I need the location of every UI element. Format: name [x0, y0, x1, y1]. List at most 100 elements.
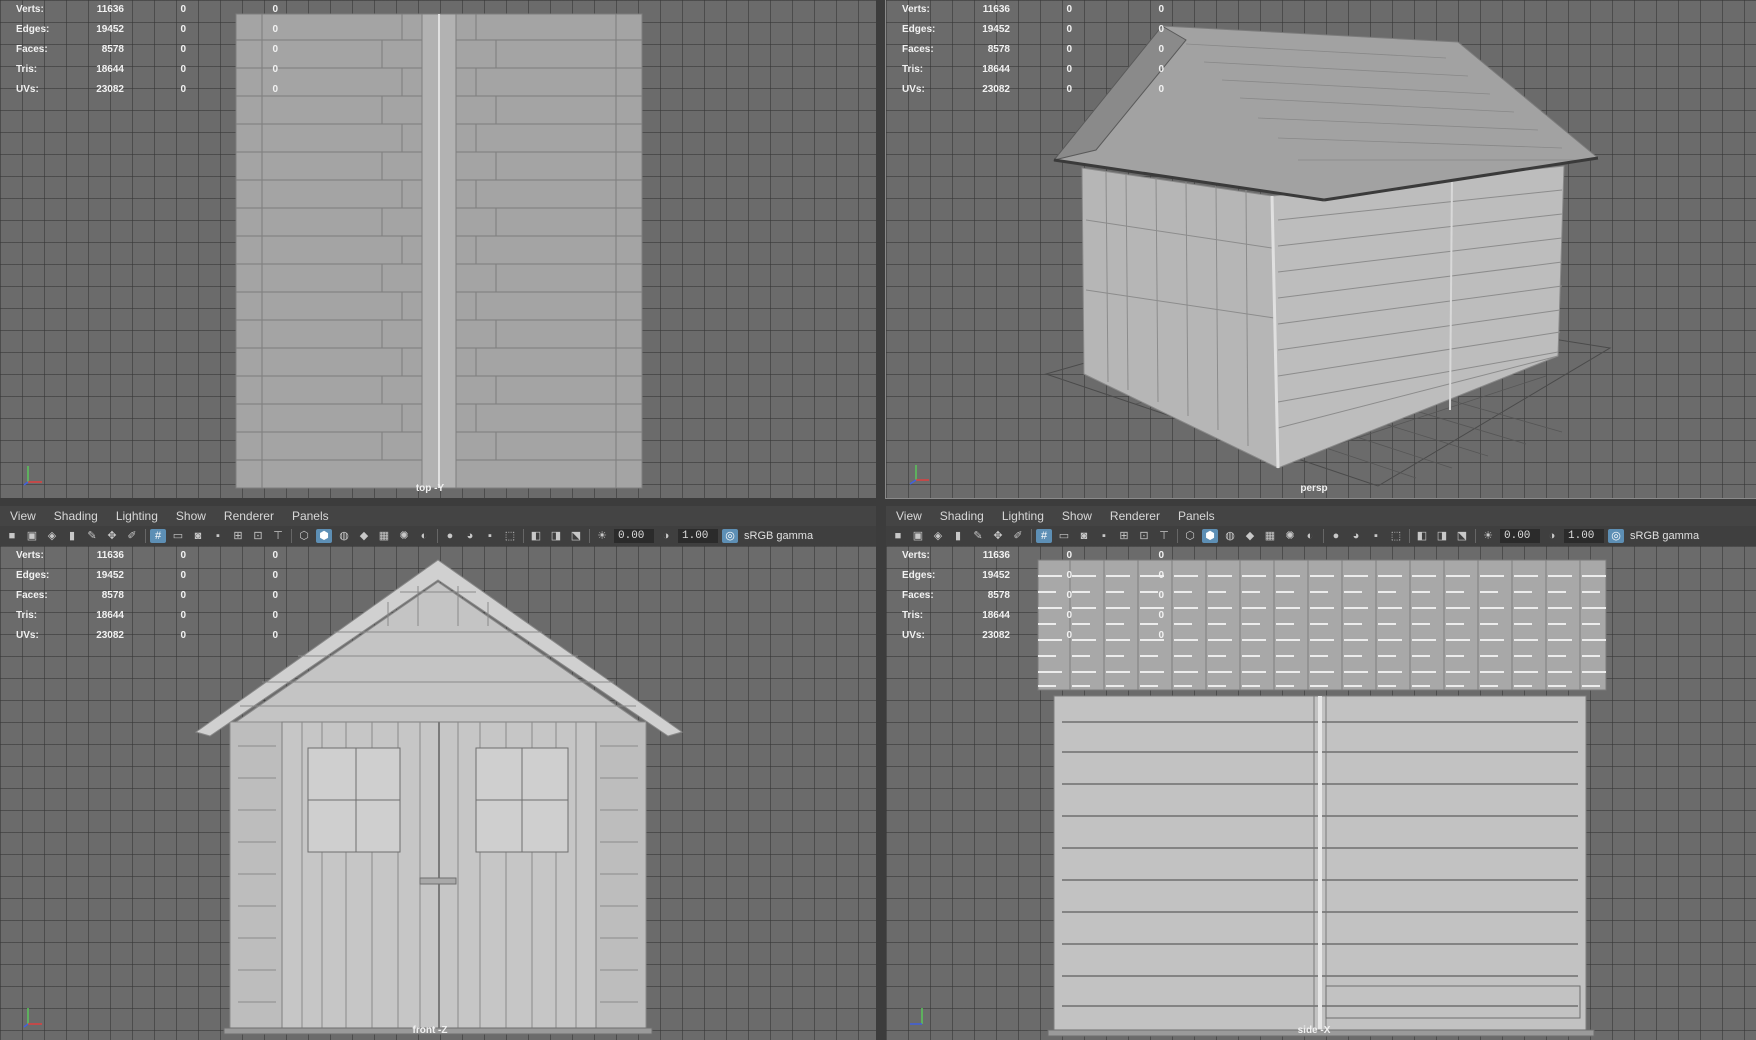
- shadows-icon[interactable]: ◐: [1302, 529, 1318, 543]
- hud-row: Edges: 19452 0 0: [902, 570, 1164, 581]
- backface-icon[interactable]: ⬔: [1454, 529, 1470, 543]
- menu-view[interactable]: View: [896, 509, 922, 523]
- wireframe-icon[interactable]: ⬡: [1182, 529, 1198, 543]
- menu-panels[interactable]: Panels: [292, 509, 329, 523]
- gamma-icon[interactable]: ◑: [658, 529, 674, 543]
- gamma-field[interactable]: 1.00: [678, 529, 718, 543]
- toolbar-divider: [437, 529, 438, 543]
- camera-icon[interactable]: ■: [890, 529, 906, 543]
- color-space-label[interactable]: sRGB gamma: [1630, 530, 1699, 542]
- textured-icon[interactable]: ◆: [1242, 529, 1258, 543]
- xray-joints-icon[interactable]: ◨: [1434, 529, 1450, 543]
- antialiasing-icon[interactable]: ▪: [482, 529, 498, 543]
- bookmark-icon[interactable]: ◈: [930, 529, 946, 543]
- menu-panels[interactable]: Panels: [1178, 509, 1215, 523]
- menu-show[interactable]: Show: [1062, 509, 1092, 523]
- field-chart-icon[interactable]: ⊞: [230, 529, 246, 543]
- safe-action-icon[interactable]: ⊡: [250, 529, 266, 543]
- color-management-icon[interactable]: ◎: [1608, 529, 1624, 543]
- xray-icon[interactable]: ◧: [1414, 529, 1430, 543]
- gamma-icon[interactable]: ◑: [1544, 529, 1560, 543]
- axis-gizmo-icon: [23, 1008, 42, 1028]
- safe-action-icon[interactable]: ⊡: [1136, 529, 1152, 543]
- bookmark-icon[interactable]: ◈: [44, 529, 60, 543]
- hud-row: Verts: 11636 0 0: [902, 550, 1164, 561]
- menu-shading[interactable]: Shading: [940, 509, 984, 523]
- wireframe-on-shaded-icon[interactable]: ◍: [1222, 529, 1238, 543]
- exposure-field[interactable]: 0.00: [1500, 529, 1540, 543]
- color-management-icon[interactable]: ◎: [722, 529, 738, 543]
- backface-icon[interactable]: ⬔: [568, 529, 584, 543]
- menu-renderer[interactable]: Renderer: [1110, 509, 1160, 523]
- wireframe-icon[interactable]: ⬡: [296, 529, 312, 543]
- grid-icon[interactable]: #: [1036, 529, 1052, 543]
- hud-row: Tris: 18644 0 0: [902, 610, 1164, 621]
- field-chart-icon[interactable]: ⊞: [1116, 529, 1132, 543]
- checker-icon[interactable]: ▦: [1262, 529, 1278, 543]
- smooth-shade-icon[interactable]: ⬢: [316, 529, 332, 543]
- ambient-occlusion-icon[interactable]: ●: [442, 529, 458, 543]
- hud-row: UVs: 23082 0 0: [16, 630, 278, 641]
- menu-renderer[interactable]: Renderer: [224, 509, 274, 523]
- menu-lighting[interactable]: Lighting: [116, 509, 158, 523]
- resolution-gate-icon[interactable]: ◙: [190, 529, 206, 543]
- image-plane-icon[interactable]: ▮: [950, 529, 966, 543]
- wireframe-on-shaded-icon[interactable]: ◍: [336, 529, 352, 543]
- poly-count-hud: Verts: 11636 0 0 Edges: 19452 0 0 Faces: 8578 0 0…: [902, 3, 1164, 103]
- smooth-shade-icon[interactable]: ⬢: [1202, 529, 1218, 543]
- motion-blur-icon[interactable]: ◕: [462, 529, 478, 543]
- front-panel-toolbar: ■ ▣ ◈ ▮ ✎ ✥ ✐ # ▭ ◙ ▪ ⊞ ⊡ ⊤ ⬡ ⬢ ◍ ◆ ▦ ✺ …: [0, 526, 876, 546]
- side-viewport[interactable]: Verts: 11636 0 0 Edges: 19452 0 0 Faces: 8578 0 0…: [886, 546, 1756, 1040]
- image-plane-icon[interactable]: ▮: [64, 529, 80, 543]
- hud-row: Verts: 11636 0 0: [902, 4, 1164, 15]
- 2d-pan-zoom-icon[interactable]: ✥: [990, 529, 1006, 543]
- lights-icon[interactable]: ✺: [396, 529, 412, 543]
- motion-blur-icon[interactable]: ◕: [1348, 529, 1364, 543]
- gate-mask-icon[interactable]: ▪: [210, 529, 226, 543]
- gate-mask-icon[interactable]: ▪: [1096, 529, 1112, 543]
- toolbar-divider: [145, 529, 146, 543]
- exposure-icon[interactable]: ☀: [1480, 529, 1496, 543]
- color-space-label[interactable]: sRGB gamma: [744, 530, 813, 542]
- toolbar-divider: [1177, 529, 1178, 543]
- brush-icon[interactable]: ✐: [124, 529, 140, 543]
- axis-gizmo-icon: [23, 466, 42, 486]
- film-gate-icon[interactable]: ▭: [170, 529, 186, 543]
- poly-count-hud: Verts: 11636 0 0 Edges: 19452 0 0 Faces: 8578 0 0…: [16, 549, 278, 649]
- camera-attributes-icon[interactable]: ▣: [910, 529, 926, 543]
- shadows-icon[interactable]: ◐: [416, 529, 432, 543]
- xray-icon[interactable]: ◧: [528, 529, 544, 543]
- isolate-select-icon[interactable]: ⬚: [1388, 529, 1404, 543]
- textured-icon[interactable]: ◆: [356, 529, 372, 543]
- gamma-field[interactable]: 1.00: [1564, 529, 1604, 543]
- axis-gizmo-icon: [909, 465, 929, 485]
- grease-pencil-icon[interactable]: ✎: [84, 529, 100, 543]
- 2d-pan-zoom-icon[interactable]: ✥: [104, 529, 120, 543]
- exposure-icon[interactable]: ☀: [594, 529, 610, 543]
- camera-attributes-icon[interactable]: ▣: [24, 529, 40, 543]
- lights-icon[interactable]: ✺: [1282, 529, 1298, 543]
- menu-lighting[interactable]: Lighting: [1002, 509, 1044, 523]
- isolate-select-icon[interactable]: ⬚: [502, 529, 518, 543]
- resolution-gate-icon[interactable]: ◙: [1076, 529, 1092, 543]
- checker-icon[interactable]: ▦: [376, 529, 392, 543]
- exposure-field[interactable]: 0.00: [614, 529, 654, 543]
- xray-joints-icon[interactable]: ◨: [548, 529, 564, 543]
- grease-pencil-icon[interactable]: ✎: [970, 529, 986, 543]
- grid-icon[interactable]: #: [150, 529, 166, 543]
- menu-show[interactable]: Show: [176, 509, 206, 523]
- hud-row: Faces: 8578 0 0: [902, 44, 1164, 55]
- menu-view[interactable]: View: [10, 509, 36, 523]
- camera-icon[interactable]: ■: [4, 529, 20, 543]
- antialiasing-icon[interactable]: ▪: [1368, 529, 1384, 543]
- safe-title-icon[interactable]: ⊤: [270, 529, 286, 543]
- safe-title-icon[interactable]: ⊤: [1156, 529, 1172, 543]
- persp-viewport[interactable]: Verts: 11636 0 0 Edges: 19452 0 0 Faces: 8578 0 0…: [885, 0, 1756, 499]
- camera-label: side -X: [1297, 1025, 1331, 1036]
- front-viewport[interactable]: Verts: 11636 0 0 Edges: 19452 0 0 Faces: 8578 0 0…: [0, 546, 876, 1040]
- top-viewport[interactable]: Verts: 11636 0 0 Edges: 19452 0 0 Faces: 8578 0 0…: [0, 0, 876, 498]
- menu-shading[interactable]: Shading: [54, 509, 98, 523]
- brush-icon[interactable]: ✐: [1010, 529, 1026, 543]
- film-gate-icon[interactable]: ▭: [1056, 529, 1072, 543]
- ambient-occlusion-icon[interactable]: ●: [1328, 529, 1344, 543]
